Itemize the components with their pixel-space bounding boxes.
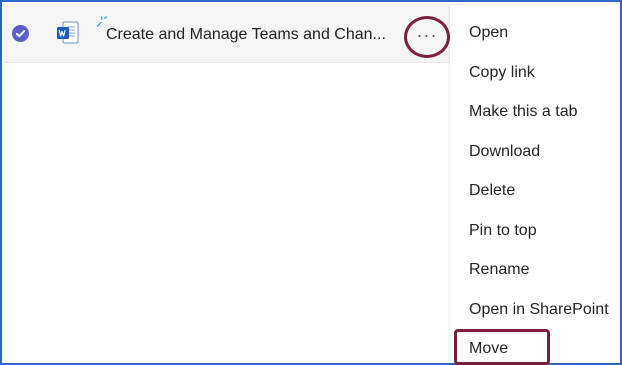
file-name[interactable]: Create and Manage Teams and Chan... [106,26,398,44]
menu-item-copy-link[interactable]: Copy link [469,61,617,85]
row-divider [4,62,460,63]
menu-item-pin-to-top[interactable]: Pin to top [469,219,617,243]
more-options-button[interactable]: ··· [404,16,450,58]
context-menu: Open Copy link Make this a tab Download … [450,5,620,363]
check-icon[interactable] [12,25,29,42]
menu-item-download[interactable]: Download [469,140,617,164]
more-options-icon: ··· [416,25,438,45]
word-document-icon [57,21,79,44]
menu-item-delete[interactable]: Delete [469,179,617,203]
menu-item-open-in-sharepoint[interactable]: Open in SharePoint [469,298,617,322]
move-highlight-annotation [454,329,550,365]
menu-item-make-tab[interactable]: Make this a tab [469,100,617,124]
menu-item-open[interactable]: Open [469,21,617,45]
menu-item-rename[interactable]: Rename [469,258,617,282]
